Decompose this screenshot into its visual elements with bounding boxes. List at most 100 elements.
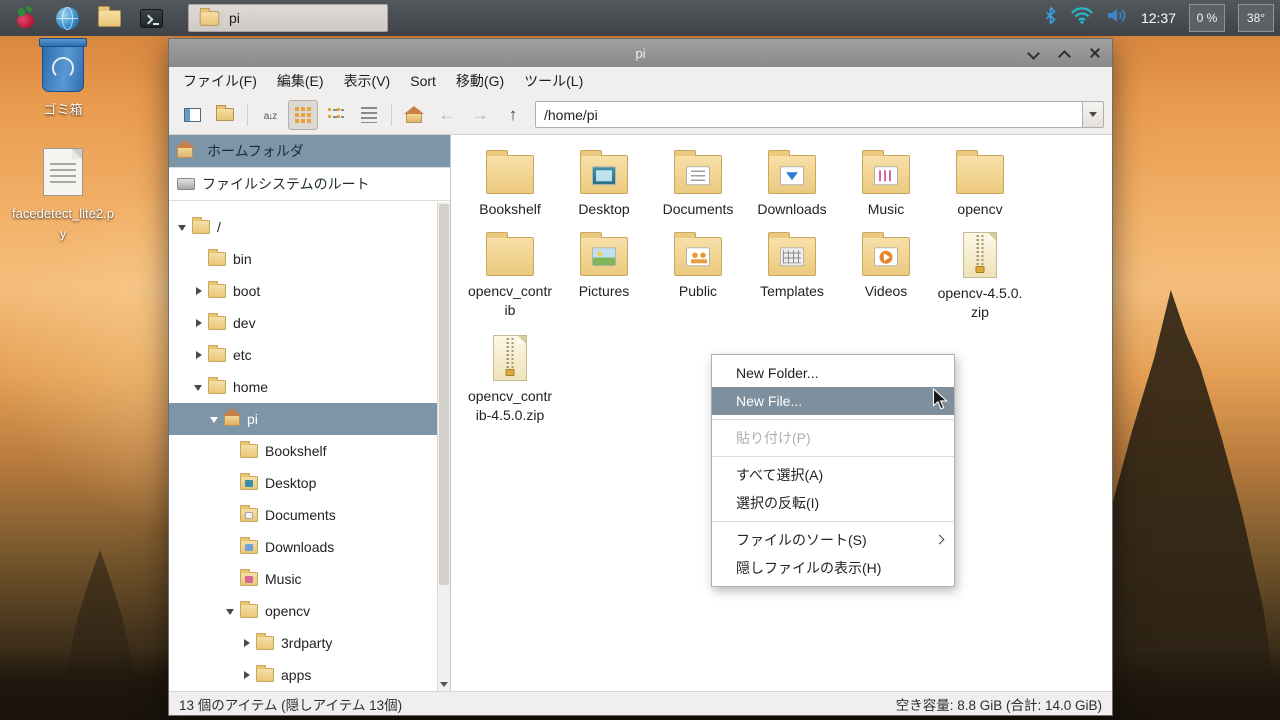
tree-item-apps[interactable]: apps (169, 659, 450, 691)
file-item-opencv-contrib-zip[interactable]: opencv_contrib-4.5.0.zip (463, 328, 557, 431)
sort-az-icon (264, 106, 277, 124)
tree-item-music[interactable]: Music (169, 563, 450, 595)
expander-closed-icon[interactable] (193, 285, 205, 297)
home-button[interactable] (399, 100, 429, 130)
tree-item-boot[interactable]: boot (169, 275, 450, 307)
expander-open-icon[interactable] (193, 381, 205, 393)
up-button[interactable]: ↑ (498, 100, 528, 130)
forward-button[interactable]: → (465, 100, 495, 130)
expander-closed-icon[interactable] (241, 637, 253, 649)
home-icon (404, 105, 424, 123)
context-menu-item-new-folder[interactable]: New Folder... (712, 359, 954, 387)
context-menu-item-invert-selection[interactable]: 選択の反転(I) (712, 489, 954, 517)
sidebar-scrollbar[interactable] (437, 202, 450, 691)
file-item-opencv-contrib[interactable]: opencv_contrib (463, 225, 557, 328)
toolbar: ← → ↑ (169, 95, 1112, 135)
folder-icon (192, 217, 210, 234)
scrollbar-down-button[interactable] (438, 677, 450, 691)
tree-item-etc[interactable]: etc (169, 339, 450, 371)
directory-tree: / bin boot dev etc home pi Bookshelf Des… (169, 201, 450, 691)
context-menu-item-show-hidden[interactable]: 隠しファイルの表示(H) (712, 554, 954, 582)
menu-sort[interactable]: Sort (400, 69, 446, 93)
clock[interactable]: 12:37 (1141, 10, 1176, 26)
expander-open-icon[interactable] (225, 605, 237, 617)
scrollbar-thumb[interactable] (439, 204, 449, 586)
path-dropdown-button[interactable] (1082, 101, 1104, 128)
sidebar-item-home-folder[interactable]: ホームフォルダ (169, 135, 450, 168)
expander-closed-icon[interactable] (193, 349, 205, 361)
shade-window-icon[interactable] (1026, 46, 1040, 60)
window-title: pi (635, 45, 646, 61)
expander-closed-icon[interactable] (193, 317, 205, 329)
file-label: opencv-4.5.0.zip (937, 284, 1023, 320)
file-item-music[interactable]: Music (839, 143, 933, 225)
tree-item-home[interactable]: home (169, 371, 450, 403)
back-button[interactable]: ← (432, 100, 462, 130)
titlebar[interactable]: pi (169, 39, 1112, 67)
tree-item-opencv[interactable]: opencv (169, 595, 450, 627)
file-label: facedetect_lite2.py (12, 206, 114, 241)
file-item-pictures[interactable]: Pictures (557, 225, 651, 328)
cpu-temperature-monitor[interactable]: 38° (1238, 4, 1274, 32)
menu-view[interactable]: 表示(V) (334, 67, 401, 95)
tree-item-bin[interactable]: bin (169, 243, 450, 275)
app-menu-button[interactable] (11, 4, 39, 32)
maximize-window-icon[interactable] (1057, 46, 1071, 60)
menu-tools[interactable]: ツール(L) (514, 67, 593, 95)
menu-edit[interactable]: 編集(E) (267, 67, 334, 95)
file-item-public[interactable]: Public (651, 225, 745, 328)
tree-item-root[interactable]: / (169, 211, 450, 243)
tree-item-pi[interactable]: pi (169, 403, 450, 435)
expander-closed-icon[interactable] (241, 669, 253, 681)
menu-file[interactable]: ファイル(F) (173, 67, 267, 95)
path-input[interactable] (535, 101, 1082, 128)
tree-item-3rdparty[interactable]: 3rdparty (169, 627, 450, 659)
documents-folder-icon (240, 505, 258, 522)
expander-open-icon[interactable] (177, 221, 189, 233)
file-item-bookshelf[interactable]: Bookshelf (463, 143, 557, 225)
file-item-downloads[interactable]: Downloads (745, 143, 839, 225)
tree-item-bookshelf[interactable]: Bookshelf (169, 435, 450, 467)
folder-icon (208, 377, 226, 394)
desktop-icon-trash[interactable]: ゴミ箱 (16, 38, 110, 120)
file-item-videos[interactable]: Videos (839, 225, 933, 328)
icon-view-button[interactable] (288, 99, 318, 130)
wifi-icon[interactable] (1070, 7, 1094, 29)
sort-button[interactable] (255, 100, 285, 130)
file-item-desktop[interactable]: Desktop (557, 143, 651, 225)
close-window-icon[interactable] (1088, 46, 1102, 60)
folder-icon (956, 150, 1004, 194)
context-menu-item-sort-files[interactable]: ファイルのソート(S) (712, 526, 954, 554)
taskbar-window-button[interactable]: pi (188, 4, 388, 32)
file-manager-launcher[interactable] (95, 4, 123, 32)
desktop-folder-icon (580, 150, 628, 194)
volume-icon[interactable] (1107, 7, 1128, 29)
forward-arrow-icon: → (471, 105, 489, 124)
detail-view-button[interactable] (354, 100, 384, 130)
terminal-launcher[interactable] (137, 4, 165, 32)
tree-item-documents[interactable]: Documents (169, 499, 450, 531)
bluetooth-icon[interactable] (1044, 6, 1057, 30)
file-item-opencv-zip[interactable]: opencv-4.5.0.zip (933, 225, 1027, 328)
expander-open-icon[interactable] (209, 413, 221, 425)
new-window-icon (183, 107, 201, 122)
desktop-icon-facedetect-file[interactable]: facedetect_lite2.py (12, 148, 114, 243)
tree-item-downloads[interactable]: Downloads (169, 531, 450, 563)
file-item-templates[interactable]: Templates (745, 225, 839, 328)
file-item-opencv[interactable]: opencv (933, 143, 1027, 225)
file-item-documents[interactable]: Documents (651, 143, 745, 225)
browser-launcher[interactable] (53, 4, 81, 32)
sidebar-item-filesystem-root[interactable]: ファイルシステムのルート (169, 168, 450, 201)
cpu-usage-monitor[interactable]: 0 % (1189, 4, 1225, 32)
context-menu-item-new-file[interactable]: New File... (712, 387, 954, 415)
new-tab-button[interactable] (210, 100, 240, 130)
menubar: ファイル(F) 編集(E) 表示(V) Sort 移動(G) ツール(L) (169, 67, 1112, 95)
context-menu-item-select-all[interactable]: すべて選択(A) (712, 461, 954, 489)
new-window-button[interactable] (177, 100, 207, 130)
tree-item-dev[interactable]: dev (169, 307, 450, 339)
menu-go[interactable]: 移動(G) (446, 67, 514, 95)
compact-view-button[interactable] (321, 100, 351, 130)
folder-icon (486, 231, 534, 276)
tree-item-desktop[interactable]: Desktop (169, 467, 450, 499)
